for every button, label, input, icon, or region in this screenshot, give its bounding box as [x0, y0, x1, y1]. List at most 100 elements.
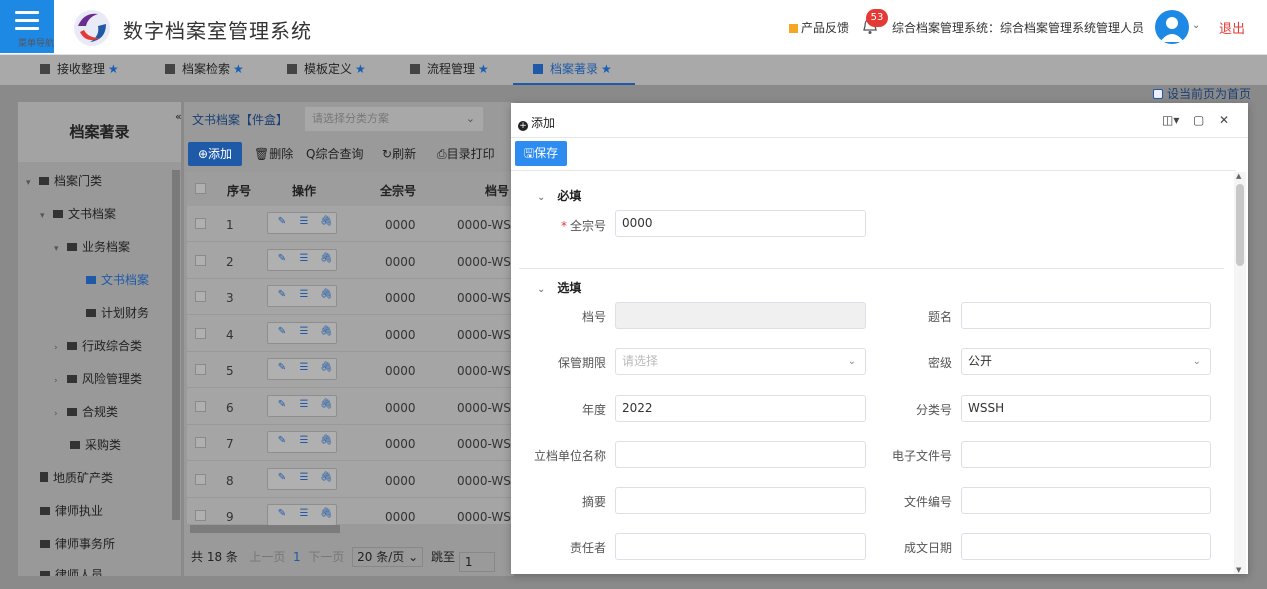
search-button[interactable]: Q综合查询	[306, 142, 363, 166]
doc-no-input[interactable]	[961, 487, 1211, 514]
layout-icon[interactable]: ◫▾	[1162, 113, 1179, 127]
tm-input[interactable]	[961, 302, 1211, 329]
tree-item-law-firm[interactable]: 律师事务所	[40, 535, 115, 552]
list-icon[interactable]: ☰	[298, 253, 310, 266]
feedback-link[interactable]: 产品反馈	[789, 19, 849, 36]
year-input[interactable]: 2022	[615, 395, 866, 422]
attachment-icon[interactable]: 🖇	[320, 472, 333, 485]
menu-navigation-button[interactable]: 菜单导航	[0, 0, 54, 53]
attachment-icon[interactable]: 🖇	[320, 508, 333, 521]
table-row[interactable]: 6 ✎ ☰ 🖇 0000 0000-WSS	[187, 389, 518, 425]
dh-input[interactable]	[615, 302, 866, 329]
list-icon[interactable]: ☰	[298, 362, 310, 375]
page-size-select[interactable]: 20 条/页 ⌄	[352, 547, 424, 567]
row-checkbox[interactable]	[195, 400, 206, 412]
table-row[interactable]: 1 ✎ ☰ 🖇 0000 0000-WSS	[187, 206, 518, 242]
logout-link[interactable]: 退出	[1219, 18, 1245, 37]
tree-item-admin[interactable]: › 行政综合类	[54, 337, 142, 354]
date-input[interactable]	[961, 533, 1211, 560]
class-code-input[interactable]: WSSH	[961, 395, 1211, 422]
select-all-checkbox[interactable]	[195, 183, 206, 194]
row-checkbox[interactable]	[195, 291, 206, 302]
row-checkbox[interactable]	[195, 218, 206, 229]
print-button[interactable]: ⎙目录打印	[437, 142, 495, 166]
tree-item-wenshu-leaf[interactable]: 文书档案	[86, 271, 149, 288]
set-homepage-checkbox[interactable]: 设当前页为首页	[1153, 85, 1251, 102]
edit-icon[interactable]: ✎	[276, 362, 288, 375]
save-button[interactable]: 🖫保存	[515, 141, 567, 166]
summary-input[interactable]	[615, 487, 866, 514]
attachment-icon[interactable]: 🖇	[320, 399, 333, 412]
edit-icon[interactable]: ✎	[276, 508, 288, 521]
next-page[interactable]: 下一页	[308, 550, 344, 564]
row-checkbox[interactable]	[195, 254, 206, 266]
tree-item-yewu[interactable]: ▾ 业务档案	[54, 238, 130, 255]
row-checkbox[interactable]	[195, 473, 206, 485]
attachment-icon[interactable]: 🖇	[320, 362, 333, 375]
row-checkbox[interactable]	[195, 510, 206, 521]
delete-button[interactable]: 🗑删除	[254, 142, 293, 166]
list-icon[interactable]: ☰	[298, 472, 310, 485]
tab-cataloging[interactable]: 档案著录 ★	[513, 55, 635, 85]
attachment-icon[interactable]: 🖇	[320, 289, 333, 302]
attachment-icon[interactable]: 🖇	[320, 253, 333, 266]
table-row[interactable]: 7 ✎ ☰ 🖇 0000 0000-WSS	[187, 425, 518, 461]
responsible-input[interactable]	[615, 533, 866, 560]
e-file-no-input[interactable]	[961, 441, 1211, 468]
sidebar-scrollbar[interactable]	[172, 170, 180, 520]
tree-item-purchase[interactable]: 采购类	[70, 436, 121, 453]
tree-item-lawyer-practice[interactable]: 律师执业	[40, 502, 103, 519]
page-number[interactable]: 1	[293, 550, 301, 564]
row-checkbox[interactable]	[195, 437, 206, 448]
qzh-input[interactable]: 0000	[615, 210, 866, 237]
list-icon[interactable]: ☰	[298, 435, 310, 448]
section-optional[interactable]: ⌄ 选填	[537, 279, 581, 296]
table-hscrollbar[interactable]	[190, 525, 340, 533]
collapse-sidebar-icon[interactable]: «	[175, 110, 182, 123]
table-row[interactable]: 2 ✎ ☰ 🖇 0000 0000-WSS	[187, 243, 518, 279]
section-required[interactable]: ⌄ 必填	[537, 187, 581, 204]
attachment-icon[interactable]: 🖇	[320, 216, 333, 229]
dialog-scrollbar[interactable]: ▲ ▼	[1234, 172, 1246, 574]
close-icon[interactable]: ✕	[1219, 113, 1229, 127]
list-icon[interactable]: ☰	[298, 216, 310, 229]
tab-workflow[interactable]: 流程管理 ★	[410, 55, 489, 85]
list-icon[interactable]: ☰	[298, 399, 310, 412]
tree-item-root[interactable]: ▾ 档案门类	[26, 172, 102, 189]
attachment-icon[interactable]: 🖇	[320, 435, 333, 448]
row-checkbox[interactable]	[195, 327, 206, 339]
jump-page-input[interactable]: 1	[458, 552, 495, 572]
tab-search[interactable]: 档案检索 ★	[165, 55, 244, 85]
unit-name-input[interactable]	[615, 441, 866, 468]
tab-template[interactable]: 模板定义 ★	[287, 55, 366, 85]
edit-icon[interactable]: ✎	[276, 289, 288, 302]
tab-receive[interactable]: 接收整理 ★	[40, 55, 119, 85]
maximize-icon[interactable]: ▢	[1193, 113, 1204, 127]
table-row[interactable]: 8 ✎ ☰ 🖇 0000 0000-WSS	[187, 462, 518, 498]
tree-item-compliance[interactable]: › 合规类	[54, 403, 118, 420]
chevron-down-icon[interactable]: ⌄	[1192, 20, 1200, 31]
row-checkbox[interactable]	[195, 364, 206, 375]
tree-item-finance[interactable]: 计划财务	[86, 304, 149, 321]
refresh-button[interactable]: ↻刷新	[382, 142, 416, 166]
tree-item-risk[interactable]: › 风险管理类	[54, 370, 142, 387]
table-row[interactable]: 5 ✎ ☰ 🖇 0000 0000-WSS	[187, 352, 518, 388]
edit-icon[interactable]: ✎	[276, 472, 288, 485]
tree-item-lawyers[interactable]: 律师人员	[40, 566, 103, 576]
edit-icon[interactable]: ✎	[276, 216, 288, 229]
secret-level-select[interactable]: 公开 ⌄	[961, 348, 1211, 375]
table-row[interactable]: 3 ✎ ☰ 🖇 0000 0000-WSS	[187, 279, 518, 315]
add-button[interactable]: ⊕添加	[188, 142, 242, 166]
tree-item-wenshu[interactable]: ▾ 文书档案	[40, 205, 116, 222]
attachment-icon[interactable]: 🖇	[320, 326, 333, 339]
tree-item-geology[interactable]: 地质矿产类	[40, 469, 113, 486]
list-icon[interactable]: ☰	[298, 508, 310, 521]
edit-icon[interactable]: ✎	[276, 326, 288, 339]
edit-icon[interactable]: ✎	[276, 253, 288, 266]
list-icon[interactable]: ☰	[298, 326, 310, 339]
list-icon[interactable]: ☰	[298, 289, 310, 302]
table-row[interactable]: 4 ✎ ☰ 🖇 0000 0000-WSS	[187, 316, 518, 352]
prev-page[interactable]: 上一页	[249, 550, 285, 564]
edit-icon[interactable]: ✎	[276, 435, 288, 448]
edit-icon[interactable]: ✎	[276, 399, 288, 412]
